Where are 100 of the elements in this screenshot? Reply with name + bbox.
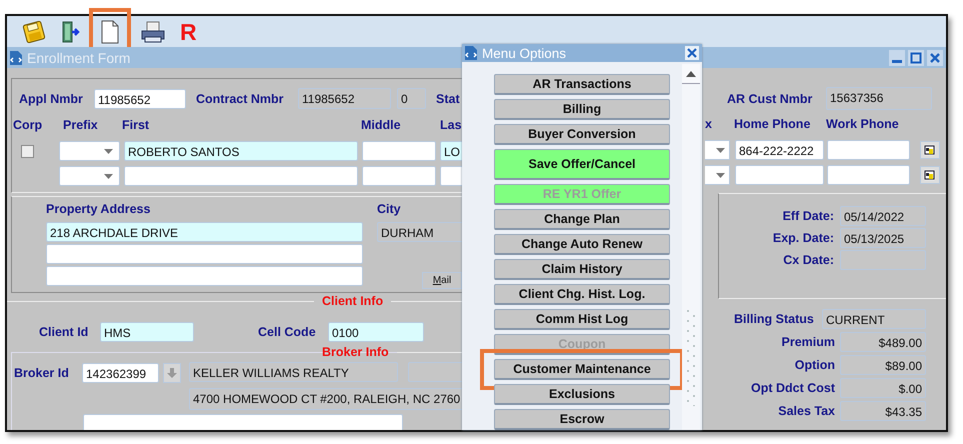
field-label: Option: [794, 358, 835, 372]
menu-button: RE YR1 Offer: [494, 184, 670, 205]
prefix-dropdown[interactable]: [59, 166, 120, 186]
field-label: Billing Status: [734, 312, 815, 326]
card-icon: [924, 145, 936, 155]
dropdown-arrow-icon: [716, 172, 725, 178]
input-field[interactable]: LO: [440, 141, 462, 161]
input-field[interactable]: 0100: [328, 322, 424, 342]
scroll-up-button[interactable]: [682, 64, 700, 84]
menu-button[interactable]: Change Plan: [494, 209, 670, 230]
menu-button[interactable]: Claim History: [494, 259, 670, 280]
input-field[interactable]: [362, 141, 436, 161]
close-icon: [687, 48, 697, 58]
readonly-field: [408, 362, 462, 382]
close-button[interactable]: [685, 46, 699, 60]
field-label: Cell Code: [258, 325, 317, 339]
dropdown-arrow-icon: [104, 148, 113, 154]
form-icon: [9, 50, 23, 66]
close-button[interactable]: [927, 50, 943, 66]
menu-button[interactable]: Client Chg. Hist. Log.: [494, 284, 670, 305]
field-label: Contract Nmbr: [196, 92, 285, 106]
section-heading: Broker Info: [321, 345, 390, 359]
field-label: Exp. Date:: [772, 231, 834, 245]
suffix-dropdown[interactable]: [705, 165, 730, 185]
column-label: x: [705, 117, 713, 131]
phone-field[interactable]: 864-222-2222: [735, 140, 824, 160]
address-field[interactable]: [46, 266, 363, 286]
readonly-field: 11985652: [298, 88, 391, 109]
checkbox[interactable]: [21, 144, 34, 158]
phone-field[interactable]: [735, 165, 824, 185]
menu-button[interactable]: Change Auto Renew: [494, 234, 670, 255]
menu-button[interactable]: Escrow: [494, 409, 670, 430]
menu-button[interactable]: Buyer Conversion: [494, 124, 670, 145]
readonly-field: CURRENT: [822, 309, 926, 329]
menu-button[interactable]: AR Transactions: [494, 74, 670, 95]
column-label: Middle: [361, 118, 402, 132]
amount-field: $489.00: [840, 332, 926, 352]
close-icon: [929, 52, 941, 64]
menu-button[interactable]: Comm Hist Log: [494, 309, 670, 330]
lookup-button[interactable]: [163, 363, 181, 383]
readonly-field: KELLER WILLIAMS REALTY: [189, 362, 398, 382]
column-label: Corp: [13, 118, 44, 132]
maximize-icon: [910, 52, 922, 64]
field-label: Sales Tax: [777, 404, 835, 418]
amount-field: $.00: [840, 378, 926, 398]
menu-button[interactable]: Billing: [494, 99, 670, 120]
section-heading: Client Info: [321, 294, 384, 308]
field-label: Property Address: [46, 202, 152, 216]
door-icon: [60, 20, 82, 44]
arrow-down-icon: [167, 368, 177, 378]
field-label: City: [377, 202, 401, 216]
readonly-field: 4700 HOMEWOOD CT #200, RALEIGH, NC 2760: [189, 388, 462, 410]
phone-field[interactable]: [827, 140, 910, 160]
mail-button[interactable]: Mail: [422, 272, 462, 289]
menu-button[interactable]: Customer Maintenance: [494, 359, 670, 380]
maximize-button[interactable]: [908, 50, 924, 66]
scrollbar[interactable]: [682, 64, 700, 430]
date-field: 05/13/2025: [840, 228, 926, 248]
readonly-field: 15637356: [826, 87, 932, 110]
dropdown-arrow-icon: [104, 174, 113, 178]
column-label: Prefix: [63, 118, 99, 132]
field-label: Client Id: [39, 325, 90, 339]
document-icon: [101, 20, 119, 44]
suffix-dropdown[interactable]: [705, 140, 730, 160]
dropdown-arrow-icon: [716, 148, 725, 152]
input-field[interactable]: [362, 166, 436, 186]
address-field[interactable]: [46, 244, 363, 264]
input-field[interactable]: HMS: [100, 322, 194, 342]
minimize-icon: [892, 60, 902, 63]
prefix-dropdown[interactable]: [59, 141, 120, 161]
field-label: Appl Nmbr: [19, 92, 84, 106]
up-arrow-icon: [686, 70, 696, 76]
amount-field: $43.35: [840, 401, 926, 421]
field-label: Eff Date:: [782, 209, 834, 223]
phone-button[interactable]: [920, 166, 940, 184]
field-label: Premium: [780, 335, 835, 349]
minimize-button[interactable]: [889, 50, 905, 66]
amount-field: $89.00: [840, 355, 926, 375]
readonly-field: DURHAM: [377, 222, 462, 242]
field-label: Stat: [436, 92, 460, 106]
input-field[interactable]: [124, 166, 358, 186]
input-field[interactable]: 11985652: [94, 88, 186, 108]
menu-button[interactable]: Exclusions: [494, 384, 670, 405]
phone-button[interactable]: [920, 141, 940, 159]
address-field[interactable]: 218 ARCHDALE DRIVE: [46, 222, 363, 242]
field-label: Cx Date:: [782, 253, 834, 267]
field-label: AR Cust Nmbr: [727, 92, 814, 106]
column-label: Las: [440, 118, 462, 132]
menu-button[interactable]: Save Offer/Cancel: [494, 149, 670, 180]
form-icon: [464, 45, 478, 61]
field-label: Opt Ddct Cost: [750, 381, 835, 395]
field-label: Broker Id: [14, 366, 70, 380]
column-label: Home Phone: [734, 117, 812, 131]
input-field[interactable]: ROBERTO SANTOS: [124, 141, 358, 161]
readonly-field: 0: [397, 88, 426, 109]
input-field[interactable]: [83, 414, 403, 430]
column-label: Work Phone: [826, 117, 899, 131]
phone-field[interactable]: [827, 165, 910, 185]
input-field[interactable]: 142362399: [82, 363, 159, 383]
dialog-title: Menu Options: [482, 46, 566, 60]
